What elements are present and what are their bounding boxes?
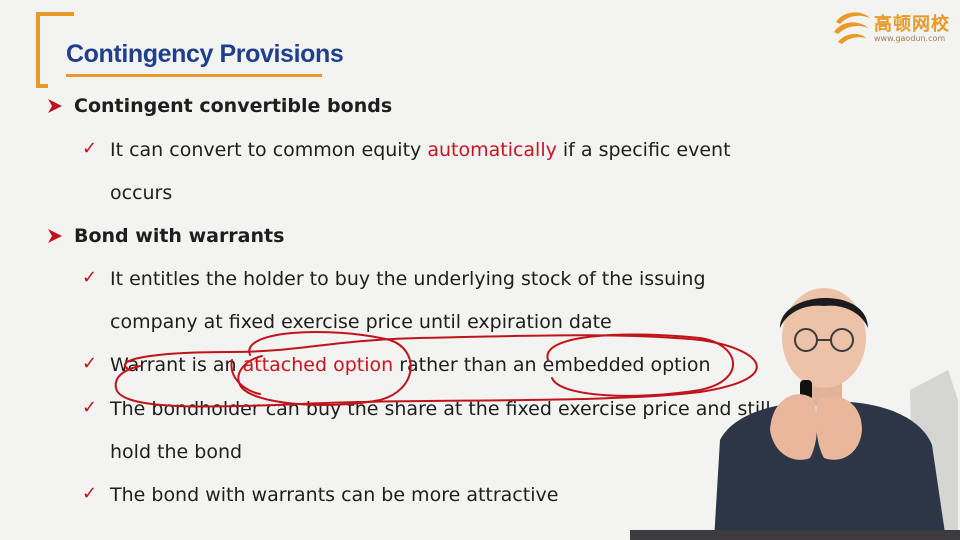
arrow-bullet-icon: [48, 99, 62, 113]
check-icon: ✓: [82, 138, 98, 159]
check-icon: ✓: [82, 267, 98, 288]
title-underline: [66, 74, 322, 77]
check-icon: ✓: [82, 353, 98, 374]
check-icon: ✓: [82, 397, 98, 418]
bullet-line: The bondholder can buy the share at the …: [110, 398, 771, 420]
check-icon: ✓: [82, 483, 98, 504]
bullet-line: hold the bond: [110, 441, 243, 463]
desk: [630, 530, 960, 540]
bullet-heading: Bond with warrants: [74, 225, 285, 247]
logo-name: 高顿网校: [874, 14, 950, 35]
gaodun-logo: 高顿网校 www.gaodun.com: [830, 6, 956, 48]
bullet-text: It can convert to common equity: [110, 139, 428, 161]
slide-title: Contingency Provisions: [66, 40, 344, 68]
presenter-video: [714, 288, 958, 540]
bullet-heading: Contingent convertible bonds: [74, 95, 393, 117]
slide: Contingency Provisions 高顿网校 www.gaodun.c…: [0, 0, 960, 540]
bullet-line: It can convert to common equity automati…: [110, 138, 731, 162]
bullet-line: company at fixed exercise price until ex…: [110, 311, 612, 333]
bullet-line: The bond with warrants can be more attra…: [110, 484, 559, 506]
bullet-text: if a specific event: [556, 139, 731, 161]
bullet-line: It entitles the holder to buy the underl…: [110, 268, 706, 290]
highlight-text: automatically: [427, 139, 557, 161]
arrow-bullet-icon: [48, 229, 62, 243]
highlight-text: attached option: [242, 354, 394, 376]
bullet-line: Warrant is an attached option rather tha…: [110, 353, 711, 377]
logo-url: www.gaodun.com: [874, 34, 946, 43]
bullet-text: rather than an embedded option: [393, 354, 711, 376]
bullet-text: Warrant is an: [110, 354, 243, 376]
bullet-line: occurs: [110, 182, 173, 204]
logo-swirl-icon: [834, 12, 870, 44]
